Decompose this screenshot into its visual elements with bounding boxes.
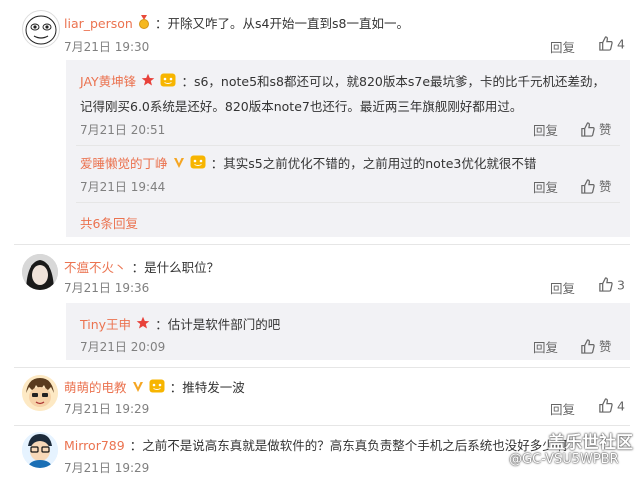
watermark-logo: 盖乐世社区 — [548, 433, 633, 453]
comment-time: 7月21日 19:36 — [64, 281, 150, 295]
v-badge-icon — [173, 154, 185, 173]
comment-text: ：开除又咋了。从s4开始一直到s8一直如一。 — [155, 16, 409, 31]
reply-line: 爱睡懒觉的丁峥 ：其实s5之前优化不错的，之前用过的note3优化就很不错 — [80, 153, 536, 173]
reply-text: ：其实s5之前优化不错的，之前用过的note3优化就很不错 — [210, 156, 537, 171]
like-button[interactable]: 3 — [598, 277, 625, 295]
watermark-id: @GC-VSU5WPBR — [509, 452, 619, 467]
reply-time: 7月21日 20:09 — [80, 340, 166, 354]
more-replies-link[interactable]: 共6条回复 — [80, 213, 138, 232]
vip-badge-icon — [149, 378, 165, 397]
reply-button[interactable]: 回复 — [550, 278, 575, 297]
like-button[interactable]: 4 — [598, 398, 625, 416]
thumbs-up-icon — [580, 121, 595, 140]
reply-button[interactable]: 回复 — [550, 37, 575, 56]
thumbs-up-icon — [580, 338, 595, 357]
avatar[interactable] — [22, 10, 60, 48]
thumbs-up-icon — [598, 36, 613, 54]
comment-line: 萌萌的电教 ：推特发一波 — [64, 377, 245, 397]
thumbs-up-icon — [580, 178, 595, 197]
cartoon-avatar-icon — [22, 432, 58, 468]
thumbs-up-icon — [598, 398, 613, 416]
photo-avatar-icon — [22, 254, 58, 290]
comment-time: 7月21日 19:29 — [64, 461, 150, 475]
reply-button[interactable]: 回复 — [533, 337, 558, 356]
reply-text-continued: 记得刚买6.0系统是还好。820版本note7也还行。最近两三年旗舰刚好都用过。 — [80, 99, 523, 114]
vip-badge-icon — [160, 72, 176, 91]
like-button[interactable]: 赞 — [580, 336, 612, 357]
gold-medal-icon — [138, 14, 150, 33]
star-badge-icon — [141, 72, 155, 91]
like-label: 赞 — [598, 122, 612, 137]
thumbs-up-icon — [598, 277, 613, 295]
divider — [14, 425, 630, 426]
avatar[interactable] — [22, 375, 58, 411]
meme-face-icon — [25, 15, 57, 45]
like-button[interactable]: 赞 — [580, 119, 612, 140]
reply-line: JAY黄坤锋 ：s6，note5和s8都还可以，就820版本s7e最坑爹，卡的比… — [80, 71, 605, 91]
avatar[interactable] — [22, 432, 58, 468]
like-label: 赞 — [598, 179, 612, 194]
comment-text: ：之前不是说高东真就是做软件的？高东真负责整个手机之后系统也没好多少啊 — [129, 438, 568, 453]
like-count: 4 — [616, 36, 625, 52]
reply-user[interactable]: Tiny王申 — [80, 317, 131, 332]
reply-text: ：估计是软件部门的吧 — [155, 317, 281, 332]
cartoon-avatar-icon — [22, 375, 58, 411]
avatar[interactable] — [22, 254, 58, 290]
comment-line: 不瘟不火丶 ：是什么职位？ — [64, 257, 219, 276]
star-badge-icon — [136, 315, 150, 334]
divider — [76, 202, 620, 203]
comment-text: ：推特发一波 — [169, 380, 245, 395]
reply-user[interactable]: 爱睡懒觉的丁峥 — [80, 156, 168, 171]
reply-time: 7月21日 19:44 — [80, 180, 166, 194]
reply-button[interactable]: 回复 — [533, 120, 558, 139]
comment-user[interactable]: 不瘟不火丶 — [64, 260, 127, 275]
comment-text: ：是什么职位？ — [131, 260, 220, 275]
reply-user[interactable]: JAY黄坤锋 — [80, 74, 136, 89]
divider — [14, 367, 630, 368]
like-label: 赞 — [598, 339, 612, 354]
reply-text: ：s6，note5和s8都还可以，就820版本s7e最坑爹，卡的比千元机还差劲， — [181, 74, 606, 89]
comment-time: 7月21日 19:29 — [64, 402, 150, 416]
like-button[interactable]: 赞 — [580, 176, 612, 197]
reply-button[interactable]: 回复 — [550, 399, 575, 418]
vip-badge-icon — [190, 154, 206, 173]
v-badge-icon — [132, 378, 144, 397]
reply-time: 7月21日 20:51 — [80, 123, 166, 137]
reply-button[interactable]: 回复 — [533, 177, 558, 196]
comment-time: 7月21日 19:30 — [64, 40, 150, 54]
divider — [14, 244, 630, 245]
like-count: 4 — [616, 398, 625, 414]
reply-line: Tiny王申 ：估计是软件部门的吧 — [80, 314, 280, 334]
comment-user[interactable]: liar_person — [64, 16, 133, 31]
like-count: 3 — [616, 277, 625, 293]
like-button[interactable]: 4 — [598, 36, 625, 54]
comment-line: liar_person ：开除又咋了。从s4开始一直到s8一直如一。 — [64, 13, 409, 33]
divider — [76, 145, 620, 146]
comment-user[interactable]: Mirror789 — [64, 438, 125, 453]
comment-user[interactable]: 萌萌的电教 — [64, 380, 127, 395]
